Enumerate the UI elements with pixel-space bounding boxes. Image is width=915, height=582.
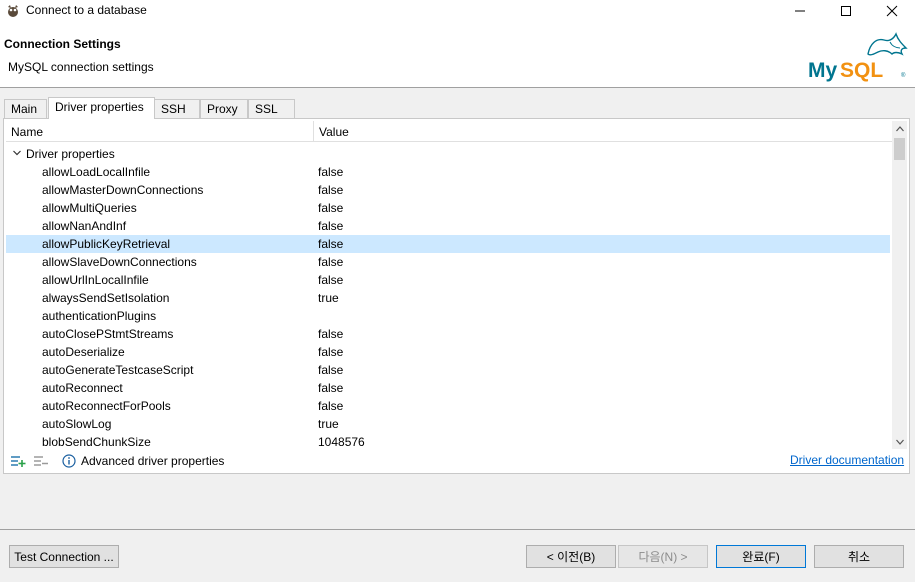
property-name: allowSlaveDownConnections (42, 255, 197, 269)
property-value[interactable]: 1048576 (318, 435, 365, 449)
dbeaver-app-icon (8, 5, 18, 17)
column-header-value[interactable]: Value (319, 125, 349, 139)
column-header-name[interactable]: Name (11, 125, 43, 139)
table-row[interactable]: allowSlaveDownConnections false (6, 253, 890, 271)
property-rows: allowLoadLocalInfile false allowMasterDown… (6, 163, 892, 449)
property-value[interactable]: false (318, 345, 343, 359)
driver-properties-panel: Name Value Driver properties allowLoadLo… (3, 118, 910, 474)
property-name: allowPublicKeyRetrieval (42, 237, 171, 251)
table-row[interactable]: autoReconnectForPools false (6, 397, 890, 415)
properties-table: Name Value Driver properties allowLoadLo… (6, 121, 892, 449)
property-value[interactable]: false (318, 363, 343, 377)
group-label: Driver properties (26, 147, 115, 161)
title-bar: Connect to a database (0, 0, 915, 22)
panel-footer: Advanced driver properties Driver docume… (4, 451, 909, 473)
dialog-header: Connection Settings MySQL connection set… (0, 22, 915, 88)
table-row[interactable]: alwaysSendSetIsolation true (6, 289, 890, 307)
property-group-row[interactable]: Driver properties (6, 145, 892, 163)
remove-property-icon[interactable] (33, 454, 49, 468)
property-name: allowNanAndInf (42, 219, 127, 233)
property-value[interactable]: false (318, 327, 343, 341)
property-name: allowMultiQueries (42, 201, 137, 215)
scrollbar-thumb[interactable] (894, 138, 905, 160)
property-value[interactable]: false (318, 183, 343, 197)
close-button[interactable] (869, 0, 915, 22)
tab-proxy[interactable]: Proxy (200, 99, 248, 119)
minimize-icon (795, 10, 805, 12)
chevron-up-icon (895, 125, 904, 131)
mysql-logo: My SQL ® (808, 32, 908, 82)
property-name: alwaysSendSetIsolation (42, 291, 170, 305)
finish-button[interactable]: 완료(F) (716, 545, 806, 568)
table-row[interactable]: autoSlowLog true (6, 415, 890, 433)
minimize-button[interactable] (777, 0, 823, 22)
header-subtitle: MySQL connection settings (8, 60, 154, 74)
tab-driver-properties[interactable]: Driver properties (48, 97, 155, 119)
property-name: authenticationPlugins (42, 309, 157, 323)
add-property-icon[interactable] (10, 454, 26, 468)
scroll-down-button[interactable] (892, 434, 907, 449)
maximize-button[interactable] (823, 0, 869, 22)
table-header: Name Value (6, 121, 892, 142)
test-connection-button[interactable]: Test Connection ... (9, 545, 119, 568)
property-name: allowLoadLocalInfile (42, 165, 151, 179)
property-value[interactable]: false (318, 219, 343, 233)
advanced-driver-properties-label: Advanced driver properties (81, 454, 225, 468)
property-name: autoGenerateTestcaseScript (42, 363, 194, 377)
tab-main[interactable]: Main (4, 99, 47, 119)
scroll-up-button[interactable] (892, 121, 907, 136)
back-button[interactable]: < 이전(B) (526, 545, 616, 568)
property-name: autoClosePStmtStreams (42, 327, 174, 341)
property-name: autoDeserialize (42, 345, 125, 359)
property-name: autoSlowLog (42, 417, 112, 431)
svg-text:My: My (808, 59, 837, 82)
chevron-down-icon (895, 439, 904, 445)
tab-ssh[interactable]: SSH (154, 99, 200, 119)
driver-documentation-link[interactable]: Driver documentation (790, 453, 904, 467)
property-value[interactable]: false (318, 399, 343, 413)
maximize-icon (841, 6, 851, 16)
property-value[interactable]: false (318, 237, 343, 251)
tab-ssl[interactable]: SSL (248, 99, 295, 119)
table-row[interactable]: autoGenerateTestcaseScript false (6, 361, 890, 379)
table-row[interactable]: authenticationPlugins (6, 307, 890, 325)
property-value[interactable]: false (318, 165, 343, 179)
table-row[interactable]: blobSendChunkSize 1048576 (6, 433, 890, 449)
property-value[interactable]: false (318, 381, 343, 395)
property-value[interactable]: true (318, 291, 339, 305)
vertical-scrollbar[interactable] (892, 121, 907, 449)
property-value[interactable]: false (318, 255, 343, 269)
svg-text:®: ® (901, 72, 906, 79)
table-row[interactable]: allowMasterDownConnections false (6, 181, 890, 199)
table-row[interactable]: allowNanAndInf false (6, 217, 890, 235)
column-divider[interactable] (313, 121, 314, 142)
table-row[interactable]: autoClosePStmtStreams false (6, 325, 890, 343)
property-name: allowUrlInLocalInfile (42, 273, 149, 287)
window-title: Connect to a database (26, 3, 147, 17)
table-row[interactable]: allowUrlInLocalInfile false (6, 271, 890, 289)
divider (0, 529, 915, 530)
table-row[interactable]: autoDeserialize false (6, 343, 890, 361)
tab-bar: Main Driver properties SSH Proxy SSL (4, 97, 910, 119)
table-row[interactable]: allowMultiQueries false (6, 199, 890, 217)
table-row[interactable]: allowPublicKeyRetrieval false (6, 235, 890, 253)
property-value[interactable]: false (318, 273, 343, 287)
next-button[interactable]: 다음(N) > (618, 545, 708, 568)
property-name: autoReconnect (42, 381, 123, 395)
property-value[interactable]: false (318, 201, 343, 215)
table-row[interactable]: allowLoadLocalInfile false (6, 163, 890, 181)
cancel-button[interactable]: 취소 (814, 545, 904, 568)
property-name: autoReconnectForPools (42, 399, 171, 413)
property-name: blobSendChunkSize (42, 435, 151, 449)
header-title: Connection Settings (4, 37, 121, 51)
property-name: allowMasterDownConnections (42, 183, 204, 197)
chevron-down-icon[interactable] (12, 148, 22, 158)
svg-text:SQL: SQL (840, 59, 883, 82)
table-row[interactable]: autoReconnect false (6, 379, 890, 397)
close-icon (886, 5, 898, 17)
info-icon (62, 454, 76, 468)
property-value[interactable]: true (318, 417, 339, 431)
